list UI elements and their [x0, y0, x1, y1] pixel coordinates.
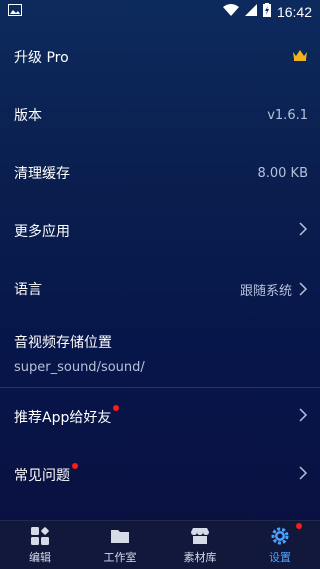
version-label: 版本: [14, 108, 42, 124]
grid-icon: [31, 527, 49, 545]
status-icons: 16:42: [222, 3, 312, 21]
nav-settings-label: 设置: [269, 551, 291, 564]
language-value: 跟随系统: [239, 283, 292, 299]
faq-label: 常见问题: [14, 463, 78, 485]
nav-edit[interactable]: 编辑: [0, 525, 80, 565]
faq-row[interactable]: 常见问题: [0, 446, 320, 504]
more-apps-label: 更多应用: [14, 224, 70, 240]
settings-list: 升级 Pro 版本 v1.6.1 清理缓存 8.00 KB 更多应用 语言 跟随…: [0, 28, 320, 504]
chevron-right-icon: [299, 282, 308, 296]
language-label: 语言: [14, 282, 42, 298]
status-bar: 16:42: [0, 0, 320, 24]
clear-cache-label: 清理缓存: [14, 166, 70, 182]
recommend-app-row[interactable]: 推荐App给好友: [0, 388, 320, 446]
cache-size-value: 8.00 KB: [257, 165, 308, 181]
crown-icon: [292, 49, 308, 65]
chevron-right-icon: [298, 466, 308, 484]
new-badge-dot: [72, 463, 78, 469]
chevron-right-icon: [298, 222, 308, 240]
gallery-notification-icon: [8, 4, 22, 20]
language-value-group: 跟随系统: [240, 280, 308, 299]
clear-cache-row[interactable]: 清理缓存 8.00 KB: [0, 144, 320, 202]
storage-path-value: super_sound/sound/: [14, 360, 145, 375]
store-icon: [191, 528, 209, 544]
more-apps-row[interactable]: 更多应用: [0, 202, 320, 260]
version-value: v1.6.1: [267, 107, 308, 123]
new-badge-dot: [113, 405, 120, 411]
language-row[interactable]: 语言 跟随系统: [0, 260, 320, 318]
storage-location-label: 音视频存储位置: [14, 335, 112, 351]
faq-text: 常见问题: [14, 468, 70, 484]
wifi-icon: [222, 4, 239, 20]
signal-icon: [244, 4, 257, 20]
folder-icon: [111, 530, 129, 543]
battery-charging-icon: [262, 3, 271, 21]
upgrade-pro-label: 升级 Pro: [14, 50, 69, 66]
nav-settings[interactable]: 设置: [240, 523, 320, 565]
recommend-app-text: 推荐App给好友: [14, 410, 112, 426]
recommend-app-label: 推荐App给好友: [14, 405, 120, 427]
nav-library[interactable]: 素材库: [160, 525, 240, 565]
version-row: 版本 v1.6.1: [0, 86, 320, 144]
bottom-nav: 编辑 工作室 素材库 设置: [0, 520, 320, 569]
upgrade-pro-row[interactable]: 升级 Pro: [0, 28, 320, 86]
nav-studio[interactable]: 工作室: [80, 525, 160, 565]
nav-library-label: 素材库: [183, 551, 217, 564]
storage-location-row[interactable]: 音视频存储位置 super_sound/sound/: [0, 318, 320, 388]
nav-edit-label: 编辑: [29, 551, 51, 564]
gear-icon: [271, 527, 289, 545]
status-time: 16:42: [276, 4, 312, 20]
nav-studio-label: 工作室: [103, 551, 137, 564]
chevron-right-icon: [298, 408, 308, 426]
new-badge-dot: [296, 523, 302, 529]
